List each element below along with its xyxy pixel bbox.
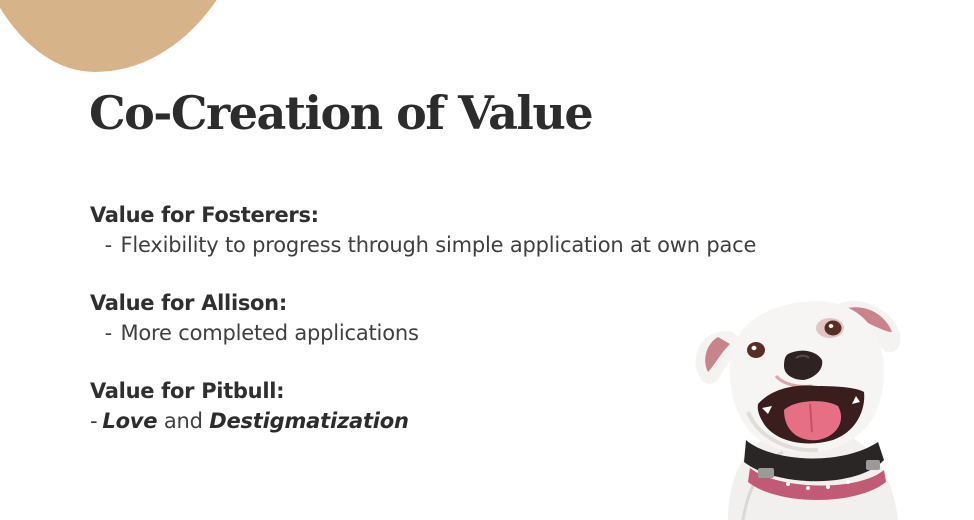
bullet-connector: and	[163, 409, 203, 433]
emphasis-destigmatization: Destigmatization	[209, 409, 409, 433]
bullet-dash: -	[90, 409, 98, 433]
emphasis-love: Love	[102, 409, 158, 433]
bullet-text: Flexibility to progress through simple a…	[120, 233, 757, 257]
pitbull-dog-image	[695, 300, 901, 520]
section-heading: Value for Fosterers:	[90, 203, 319, 227]
slide: Co-Creation of Value Value for Fosterers…	[0, 0, 974, 520]
bullet-dash: -	[104, 233, 113, 257]
bullet-dash: -	[104, 321, 113, 345]
bullet-item: - Flexibility to progress through simple…	[90, 230, 850, 260]
slide-title: Co-Creation of Value	[89, 86, 594, 140]
decorative-blob	[0, 0, 260, 72]
bullet-text: More completed applications	[120, 321, 419, 345]
section-fosterers: Value for Fosterers: - Flexibility to pr…	[90, 200, 850, 260]
